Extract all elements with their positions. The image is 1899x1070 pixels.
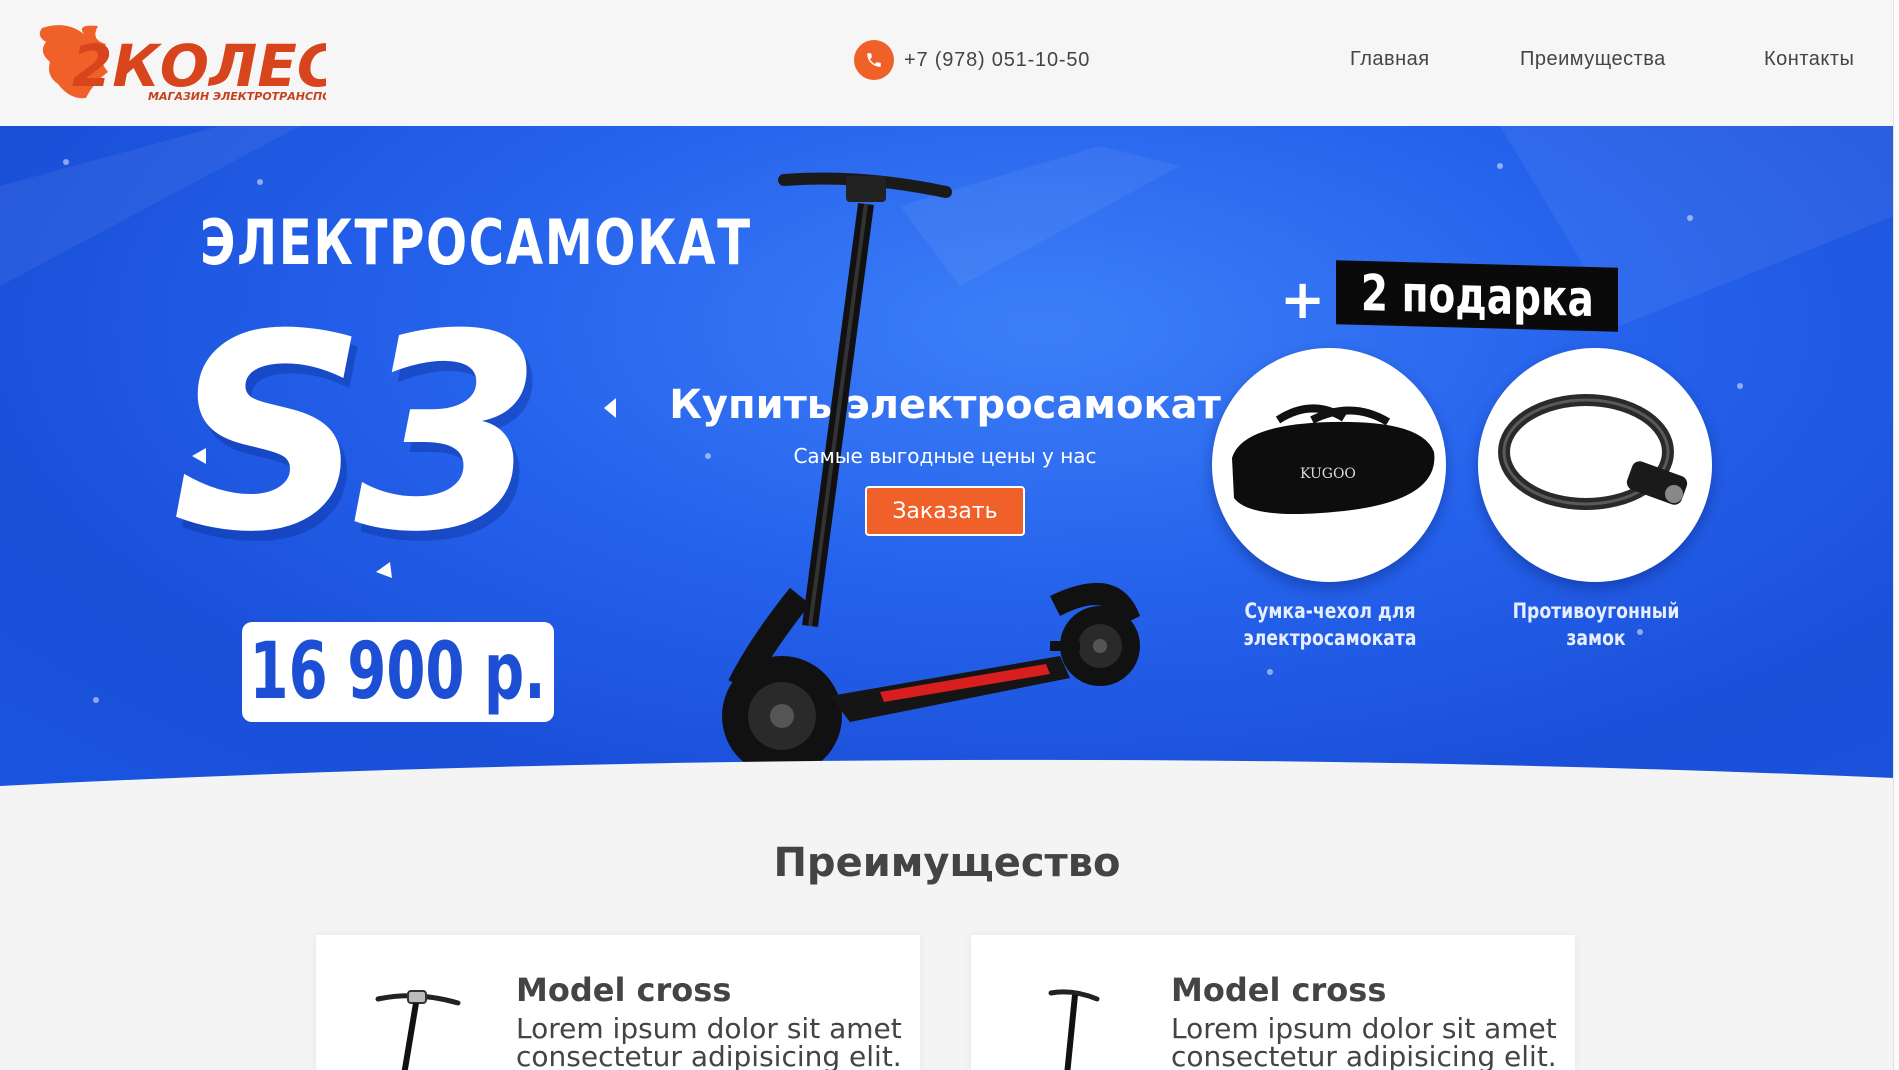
order-button[interactable]: Заказать: [865, 486, 1025, 536]
advantage-card[interactable]: Model cross Lorem ipsum dolor sit amet c…: [971, 935, 1575, 1070]
hero-subheading: Самые выгодные цены у нас: [793, 444, 1097, 468]
scooter-image: [722, 172, 1140, 776]
scooter-thumbnail: [375, 990, 461, 1070]
card-title: Model cross: [1171, 971, 1387, 1009]
hero-heading: Купить электросамокат: [669, 382, 1221, 428]
scooter-thumbnail: [1048, 989, 1100, 1070]
model-name: S3: [172, 276, 542, 591]
banner-title: ЭЛЕКТРОСАМОКАТ: [200, 206, 752, 279]
advantages-title: Преимущество: [773, 840, 1121, 886]
phone-icon: [854, 40, 894, 80]
nav-link-contacts[interactable]: Контакты: [1764, 48, 1854, 71]
nav-link-advantages[interactable]: Преимущества: [1520, 48, 1666, 71]
phone-number[interactable]: +7 (978) 051-10-50: [904, 49, 1090, 72]
site-header: 2КОЛЕСА МАГАЗИН ЭЛЕКТРОТРАНСПОРТА +7 (97…: [0, 0, 1899, 126]
price-value: 16 900 р.: [249, 627, 547, 717]
logo[interactable]: 2КОЛЕСА МАГАЗИН ЭЛЕКТРОТРАНСПОРТА: [36, 20, 326, 104]
phone-contact[interactable]: +7 (978) 051-10-50: [854, 40, 1090, 80]
gift-bag-label: Сумка-чехол для электросамоката: [1243, 599, 1417, 650]
gift-lock-label: Противоугонный замок: [1512, 599, 1680, 650]
gift-bag-brand: KUGOO: [1300, 466, 1356, 482]
advantage-card[interactable]: Model cross Lorem ipsum dolor sit amet c…: [316, 935, 920, 1070]
page-scrollbar[interactable]: [1893, 0, 1899, 1070]
nav-link-home[interactable]: Главная: [1350, 48, 1430, 71]
gift-tag-label: 2 подарка: [1360, 263, 1594, 329]
price-badge: 16 900 р.: [242, 622, 554, 722]
gift-lock-image: [1478, 348, 1712, 582]
card-title: Model cross: [516, 971, 732, 1009]
card-text: Lorem ipsum dolor sit amet consectetur a…: [516, 1012, 902, 1070]
hero-banner: ЭЛЕКТРОСАМОКАТ S3 16 900 р. + 2 подарка …: [0, 126, 1894, 796]
gift-tag: 2 подарка: [1336, 260, 1618, 332]
logo-tagline: МАГАЗИН ЭЛЕКТРОТРАНСПОРТА: [148, 90, 326, 103]
card-text: Lorem ipsum dolor sit amet consectetur a…: [1171, 1012, 1557, 1070]
gift-plus: +: [1280, 268, 1326, 331]
